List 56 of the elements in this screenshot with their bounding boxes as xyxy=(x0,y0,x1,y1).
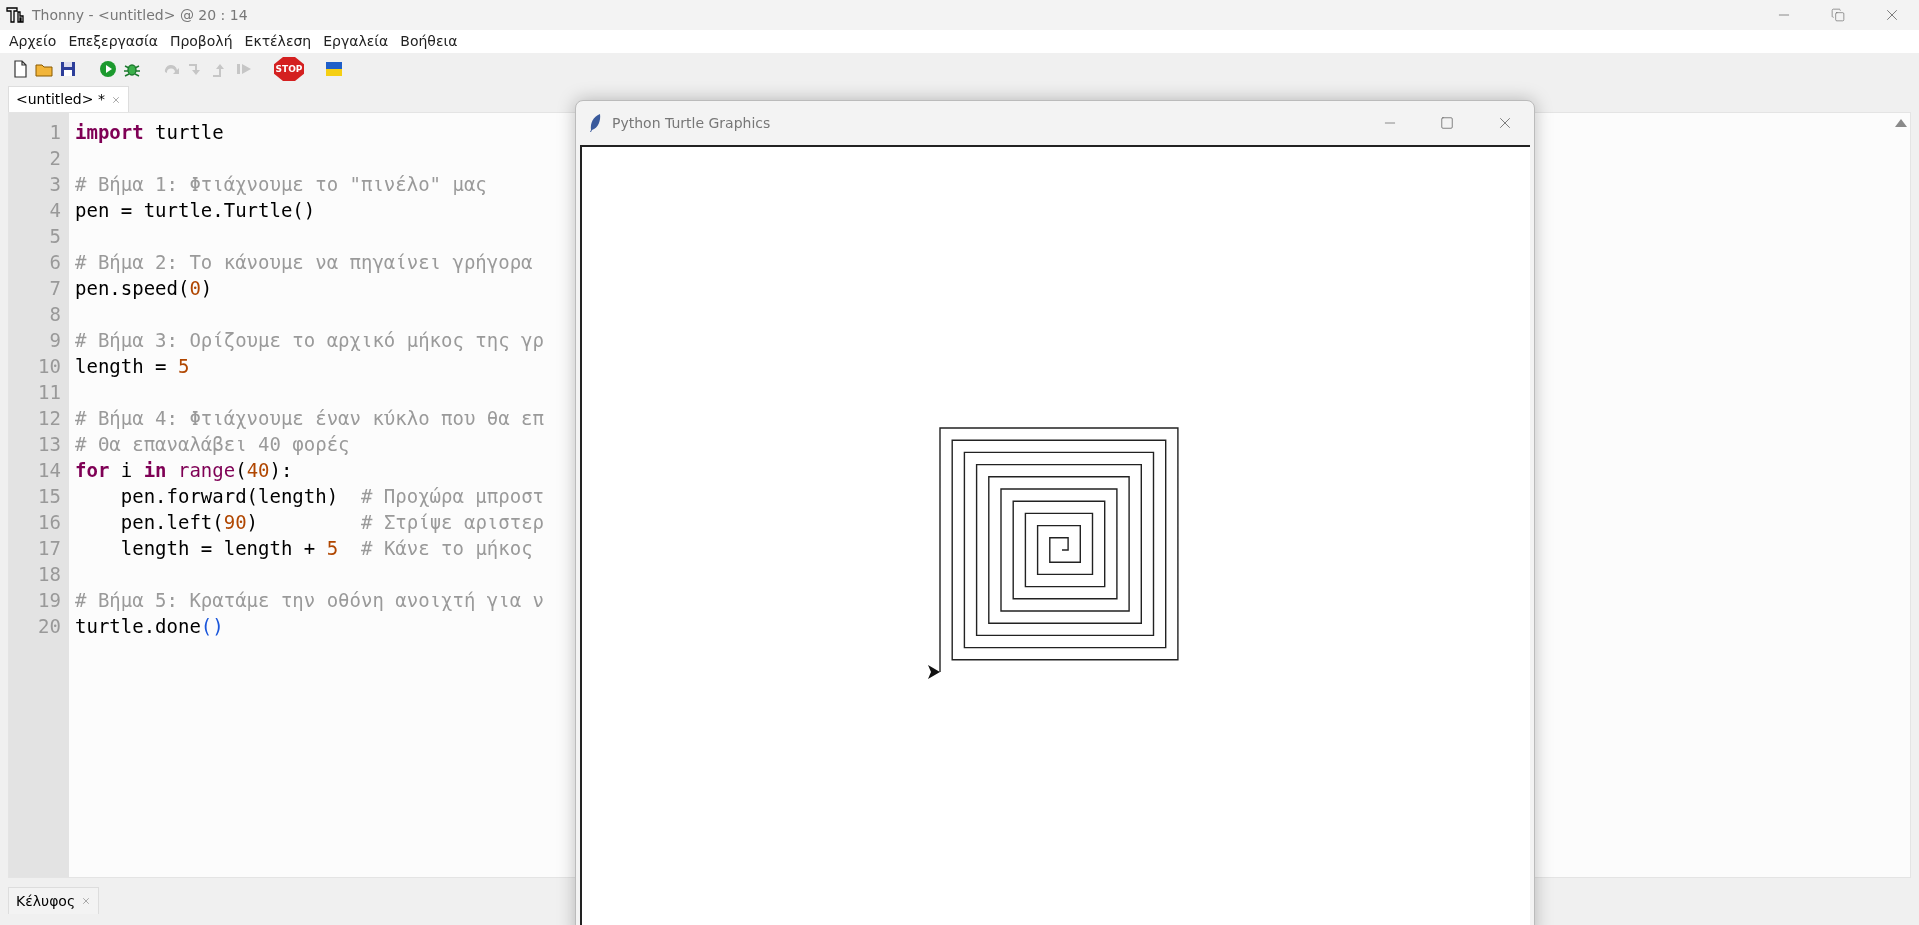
menu-item[interactable]: Βοήθεια xyxy=(394,31,464,52)
restore-icon[interactable] xyxy=(1831,8,1845,22)
line-number: 4 xyxy=(48,198,62,223)
code-line: # Βήμα 1: Φτιάχνουμε το "πινέλο" μας xyxy=(75,173,487,195)
line-number: 12 xyxy=(37,406,62,431)
code-line: # Θα επαναλάβει 40 φορές xyxy=(75,433,350,455)
line-number: 5 xyxy=(48,224,62,249)
line-number: 3 xyxy=(48,172,62,197)
run-icon[interactable] xyxy=(98,59,118,79)
code-line: pen.speed(0) xyxy=(75,277,213,299)
code-line: length = length + 5 # Κάνε το μήκος xyxy=(119,537,533,559)
app-logo-icon xyxy=(6,6,26,24)
line-number: 18 xyxy=(37,562,62,587)
feather-icon xyxy=(588,113,602,133)
stop-sign-icon[interactable]: STOP xyxy=(274,57,304,81)
code-line: # Βήμα 3: Ορίζουμε το αρχικό μήκος της γρ xyxy=(75,329,544,351)
line-number: 7 xyxy=(48,276,62,301)
menu-item[interactable]: Αρχείο xyxy=(3,31,63,52)
turtle-arrow-icon xyxy=(928,665,940,679)
line-number: 6 xyxy=(48,250,62,275)
turtle-window-title: Python Turtle Graphics xyxy=(612,113,771,133)
code-line: turtle.done() xyxy=(75,615,224,637)
menu-item[interactable]: Προβολή xyxy=(163,31,239,52)
code-line: length = 5 xyxy=(75,355,190,377)
maximize-icon[interactable] xyxy=(1440,116,1454,130)
menu-item[interactable]: Εκτέλεση xyxy=(238,31,318,52)
code-line: pen.left(90) # Στρίψε αριστερ xyxy=(119,511,545,533)
line-number: 16 xyxy=(37,510,62,535)
line-number: 2 xyxy=(48,146,62,171)
code-line: import turtle xyxy=(75,121,224,143)
shell-tab[interactable]: Κέλυφος xyxy=(8,887,100,914)
window-title: Thonny - <untitled> @ 20 : 14 xyxy=(32,5,248,25)
close-tab-icon[interactable] xyxy=(81,896,92,906)
editor-tab[interactable]: <untitled> * xyxy=(8,86,129,112)
line-number: 19 xyxy=(37,588,62,613)
scroll-up-icon[interactable] xyxy=(1895,119,1907,127)
line-number: 17 xyxy=(37,536,62,561)
code-line: pen.forward(length) # Προχώρα μπροστ xyxy=(119,485,544,507)
code-line: for i in range(40): xyxy=(75,459,293,481)
flag-icon[interactable] xyxy=(324,59,344,79)
code-line: # Βήμα 5: Κρατάμε την οθόνη ανοιχτή για ν xyxy=(75,589,544,611)
line-number: 14 xyxy=(37,458,62,483)
line-number: 13 xyxy=(37,432,62,457)
line-number: 1 xyxy=(48,120,62,145)
line-number: 20 xyxy=(37,614,62,639)
menu-item[interactable]: Επεξεργασία xyxy=(62,31,164,52)
line-number: 10 xyxy=(37,354,62,379)
menu-item[interactable]: Εργαλεία xyxy=(317,31,395,52)
code-line: # Βήμα 2: Το κάνουμε να πηγαίνει γρήγορα xyxy=(75,251,533,273)
line-number: 11 xyxy=(37,380,62,405)
line-number: 9 xyxy=(48,328,62,353)
code-line: # Βήμα 4: Φτιάχνουμε έναν κύκλο που θα επ xyxy=(75,407,544,429)
close-tab-icon[interactable] xyxy=(110,94,121,105)
line-number: 8 xyxy=(48,302,62,327)
code-line: pen = turtle.Turtle() xyxy=(75,199,316,221)
line-number: 15 xyxy=(37,484,62,509)
